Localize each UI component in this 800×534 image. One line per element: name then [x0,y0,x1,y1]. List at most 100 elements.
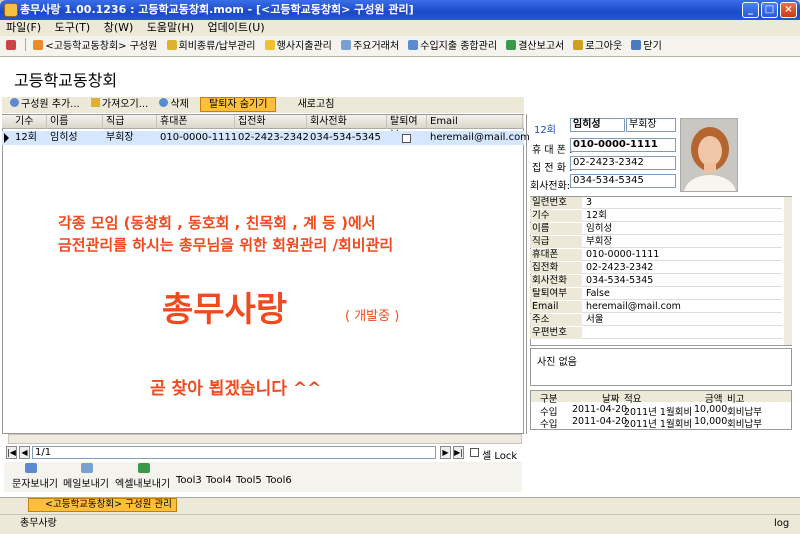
refresh-button[interactable]: 새로고침 [298,97,335,113]
property-scrollbar[interactable] [784,197,792,345]
key-icon [573,40,584,50]
property-row[interactable]: 기수 12회 [530,210,782,222]
cell-grade: 12회 [15,132,37,143]
status-bar: 총무사랑 log [0,514,800,534]
home-phone-label: 집 전 화 : [532,163,573,174]
property-row[interactable]: 직급 부회장 [530,236,782,248]
property-row[interactable]: Email heremail@mail.com [530,301,782,313]
ledger-icon [408,40,419,50]
close-button[interactable]: × [780,2,797,18]
record-position-field[interactable]: 1/1 [32,446,436,459]
mobile-field[interactable]: 010-0000-1111 [570,138,676,152]
cell-lock-checkbox[interactable] [470,448,479,457]
cell-home: 02-2423-2342 [238,132,309,143]
col-grade[interactable]: 기수 [12,115,47,129]
property-value: False [586,288,610,299]
delete-button[interactable]: 삭제 [159,97,189,113]
menu-update[interactable]: 업데이트(U) [208,21,265,34]
menu-tools[interactable]: 도구(T) [55,21,91,34]
col-withdrawn[interactable]: 탈퇴여부 [387,115,427,141]
coin-icon [166,40,177,50]
tool6-button[interactable]: Tool6 [266,475,292,486]
col-name[interactable]: 이름 [47,115,103,129]
nav-next-button[interactable]: ▶ [440,446,451,459]
pay-r2-note: 회비납부 [727,419,762,430]
toolbar-members[interactable]: <고등학교동창회> 구성원 [33,36,157,57]
tool5-button[interactable]: Tool5 [236,475,262,486]
property-key: 휴대폰 [530,249,582,261]
send-mail-button[interactable]: 메일보내기 [63,475,109,490]
property-value: 서울 [586,314,604,325]
detail-name-field[interactable]: 임히성 [570,118,625,132]
chart-icon [506,40,517,50]
home-phone-field[interactable]: 02-2423-2342 [570,156,676,170]
property-value: 부회장 [586,236,613,247]
pay-r2-desc: 2011년 1월회비 [624,419,693,430]
toolbar-vendors[interactable]: 주요거래처 [341,36,399,57]
property-value: 3 [586,197,593,208]
toolbar-income-expense[interactable]: 수입지출 종합관리 [408,36,497,57]
property-row[interactable]: 탈퇴여부 False [530,288,782,300]
close-doc-icon [631,40,642,50]
nav-prev-button[interactable]: ◀ [19,446,30,459]
member-toolbar: 구성원 추가... 가져오기... 삭제 탈퇴자 숨기기 새로고침 [2,97,524,113]
window-title-bar[interactable]: 총무사랑 1.00.1236 : 고등학교동창회.mom - [<고등학교동창회… [0,0,800,20]
export-excel-button[interactable]: 엑셀내보내기 [115,475,170,490]
pay-r1-date: 2011-04-20 [572,404,628,415]
nav-last-button[interactable]: ▶| [453,446,464,459]
property-row[interactable]: 이름 임히성 [530,223,782,235]
status-log[interactable]: log [774,515,789,533]
minimize-button[interactable]: _ [742,2,759,18]
calendar-icon[interactable] [6,40,16,50]
office-phone-field[interactable]: 034-534-5345 [570,174,676,188]
toolbar-dues[interactable]: 회비종류/납부관리 [166,36,255,57]
property-key: 집전화 [530,262,582,274]
toolbar-logout[interactable]: 로그아웃 [573,36,622,57]
tool4-button[interactable]: Tool4 [206,475,232,486]
property-value: heremail@mail.com [586,301,681,312]
horizontal-scrollbar[interactable] [8,434,522,444]
memo-box[interactable]: 사진 없음 [530,348,792,386]
send-sms-button[interactable]: 문자보내기 [12,475,58,490]
add-member-button[interactable]: 구성원 추가... [10,97,80,113]
property-row[interactable]: 회사전화 034-534-5345 [530,275,782,287]
property-row[interactable]: 휴대폰 010-0000-1111 [530,249,782,261]
excel-icon [138,463,150,473]
sms-icon [25,463,37,473]
nav-first-button[interactable]: |◀ [6,446,17,459]
property-row[interactable]: 일련번호 3 [530,197,782,209]
col-home[interactable]: 집전화 [235,115,307,129]
tool3-button[interactable]: Tool3 [176,475,202,486]
property-key: 탈퇴여부 [530,288,582,300]
property-row[interactable]: 집전화 02-2423-2342 [530,262,782,274]
property-key: 기수 [530,210,582,222]
hide-withdrawn-button[interactable]: 탈퇴자 숨기기 [200,97,277,112]
col-mobile[interactable]: 휴대폰 [157,115,235,129]
cell-withdrawn-checkbox[interactable] [402,134,411,143]
col-position[interactable]: 직급 [103,115,157,129]
maximize-button[interactable]: □ [761,2,778,18]
col-office[interactable]: 회사전화 [307,115,387,129]
detail-position-field[interactable]: 부회장 [626,118,676,132]
promo-brand-note: ( 개발중 ) [345,309,400,324]
property-value: 12회 [586,210,607,221]
cell-name: 임히성 [50,132,78,143]
toolbar-events[interactable]: 행사지출관리 [264,36,332,57]
panel-splitter[interactable] [526,114,527,434]
menu-help[interactable]: 도움말(H) [147,21,194,34]
import-button[interactable]: 가져오기... [90,97,148,113]
window-tab-members[interactable]: <고등학교동창회> 구성원 관리 [28,498,177,512]
import-icon [90,98,100,107]
property-key: Email [530,301,582,313]
property-row[interactable]: 주소 서울 [530,314,782,326]
col-email[interactable]: Email [427,115,523,129]
pay-col-desc: 적요 [624,394,642,405]
toolbar-close[interactable]: 닫기 [631,36,662,57]
toolbar-report[interactable]: 결산보고서 [506,36,564,57]
property-row[interactable]: 우편번호 [530,327,782,339]
property-value: 010-0000-1111 [586,249,660,260]
status-app-name: 총무사랑 [20,518,57,529]
property-key: 주소 [530,314,582,326]
menu-window[interactable]: 창(W) [104,21,134,34]
menu-file[interactable]: 파일(F) [6,21,41,34]
